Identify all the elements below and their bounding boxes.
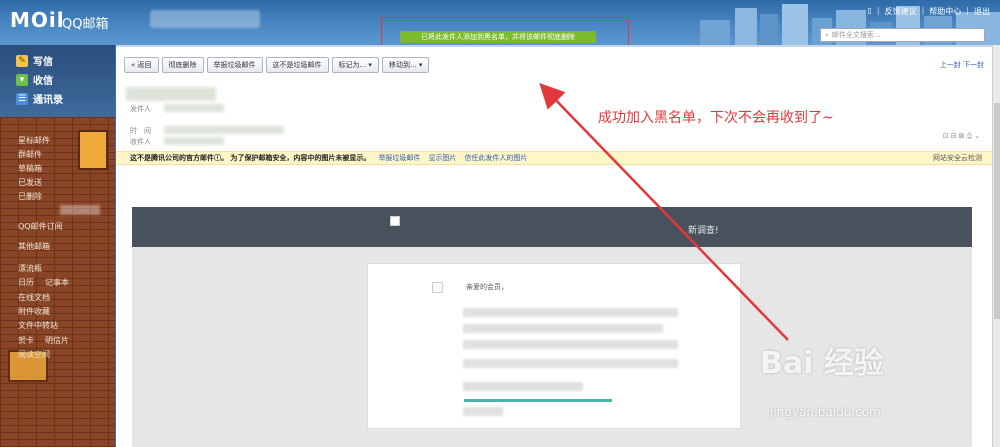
chevron-down-icon: ▾ bbox=[366, 61, 372, 69]
show-images-link[interactable]: 显示图片 bbox=[428, 153, 456, 163]
mail-content-card: 亲爱的会员， bbox=[367, 263, 741, 429]
annotation-text: 成功加入黑名单，下次不会再收到了~ bbox=[598, 110, 834, 126]
watermark-brand: Bai 经验 bbox=[760, 346, 884, 381]
sidebar-item-other-mailbox[interactable]: 其他邮箱 bbox=[18, 241, 50, 252]
sidebar-blurred-item bbox=[60, 205, 100, 215]
logout-link[interactable]: 退出 bbox=[974, 6, 990, 17]
mail-banner: 新调查! bbox=[132, 207, 972, 247]
mail-greeting: 亲爱的会员， bbox=[466, 283, 508, 291]
search-icon: ⌕ bbox=[825, 30, 829, 39]
help-link[interactable]: 帮助中心 bbox=[929, 6, 961, 17]
sidebar-item-calendar[interactable]: 日历 bbox=[18, 277, 34, 288]
sidebar-item-drift-bottle[interactable]: 漂流瓶 bbox=[18, 263, 42, 274]
main-scrollbar[interactable] bbox=[992, 45, 1000, 447]
mail-cta-strip bbox=[464, 399, 612, 402]
mail-reader: « 返回 彻底删除 举报垃圾邮件 这不是垃圾邮件 标记为... ▾ 移动到...… bbox=[116, 45, 992, 447]
report-spam-button[interactable]: 举报垃圾邮件 bbox=[206, 57, 263, 73]
mail-action-icons[interactable]: ⊡⊟⊠⎙⌄ bbox=[943, 132, 982, 141]
blurred-text bbox=[463, 308, 678, 317]
inbox-button[interactable]: ▾ 收信 bbox=[16, 72, 53, 87]
back-button[interactable]: « 返回 bbox=[124, 57, 159, 73]
sidebar: ✎ 写信 ▾ 收信 ☰ 通讯录 星标邮件 群邮件 草稿箱 已发送 已删除 QQ邮… bbox=[0, 45, 115, 447]
inbox-icon: ▾ bbox=[16, 73, 28, 86]
to-label: 收件人 bbox=[130, 138, 151, 146]
sidebar-item-greeting-card[interactable]: 贺卡 bbox=[18, 335, 34, 346]
delete-permanently-button[interactable]: 彻底删除 bbox=[161, 57, 204, 73]
security-check-link[interactable]: 网站安全云检测 bbox=[933, 153, 982, 163]
user-account-blurred bbox=[150, 10, 260, 28]
sidebar-item-attachments[interactable]: 附件收藏 bbox=[18, 306, 50, 317]
scrollbar-thumb[interactable] bbox=[994, 103, 1000, 319]
sidebar-item-sent[interactable]: 已发送 bbox=[18, 177, 42, 188]
broken-image-icon bbox=[432, 282, 443, 293]
sidebar-item-subscriptions[interactable]: QQ邮件订阅 bbox=[18, 221, 63, 232]
move-to-dropdown[interactable]: 移动到... ▾ bbox=[381, 57, 430, 73]
security-warning-bar: 这不是腾讯公司的官方邮件ⓘ。 为了保护邮箱安全，内容中的图片未被显示。 举报垃圾… bbox=[116, 151, 992, 165]
blurred-text bbox=[463, 382, 583, 391]
broken-image-icon bbox=[390, 216, 400, 226]
compose-button[interactable]: ✎ 写信 bbox=[16, 53, 53, 68]
blurred-text bbox=[463, 340, 678, 349]
blurred-text bbox=[463, 359, 678, 368]
trust-sender-images-link[interactable]: 信任此发件人的图片 bbox=[464, 153, 527, 163]
sidebar-item-docs[interactable]: 在线文档 bbox=[18, 292, 50, 303]
feedback-link[interactable]: 反馈建议 bbox=[885, 6, 917, 17]
mail-toolbar: « 返回 彻底删除 举报垃圾邮件 这不是垃圾邮件 标记为... ▾ 移动到...… bbox=[116, 55, 992, 75]
from-label: 发件人 bbox=[130, 105, 151, 113]
warning-text: 这不是腾讯公司的官方邮件ⓘ。 为了保护邮箱安全，内容中的图片未被显示。 bbox=[130, 154, 371, 162]
app-logo[interactable]: MOil bbox=[10, 8, 65, 32]
app-logo-subtitle: QQ邮箱 bbox=[62, 17, 109, 32]
phone-icon: ▯ bbox=[867, 6, 872, 15]
help-icon[interactable]: ⓘ bbox=[214, 154, 221, 162]
not-spam-button[interactable]: 这不是垃圾邮件 bbox=[265, 57, 329, 73]
search-input[interactable]: ⌕ 邮件全文搜索... bbox=[820, 28, 985, 42]
contacts-button[interactable]: ☰ 通讯录 bbox=[16, 91, 63, 106]
sidebar-item-reading[interactable]: 阅读空间 bbox=[18, 349, 50, 360]
sidebar-item-group-mail[interactable]: 群邮件 bbox=[18, 149, 42, 160]
mark-as-dropdown[interactable]: 标记为... ▾ bbox=[331, 57, 379, 73]
pencil-icon: ✎ bbox=[16, 54, 28, 67]
sidebar-item-file-transfer[interactable]: 文件中转站 bbox=[18, 320, 58, 331]
blurred-text bbox=[463, 324, 663, 333]
from-value-blurred bbox=[164, 104, 224, 112]
search-placeholder: 邮件全文搜索... bbox=[831, 31, 881, 39]
contacts-icon: ☰ bbox=[16, 92, 28, 105]
sidebar-item-deleted[interactable]: 已删除 bbox=[18, 191, 42, 202]
time-label: 时 间 bbox=[130, 127, 151, 135]
to-value-blurred bbox=[164, 137, 224, 145]
sidebar-item-notes[interactable]: 记事本 bbox=[45, 277, 69, 288]
top-links: ▯ | 反馈建议 | 帮助中心 | 退出 bbox=[867, 6, 990, 17]
watermark-url: jingyan.baidu.com bbox=[770, 405, 881, 419]
blurred-text bbox=[463, 407, 503, 416]
sidebar-item-drafts[interactable]: 草稿箱 bbox=[18, 163, 42, 174]
sidebar-item-postcard[interactable]: 明信片 bbox=[45, 335, 69, 346]
report-spam-link[interactable]: 举报垃圾邮件 bbox=[378, 153, 420, 163]
prev-next-links[interactable]: 上一封 下一封 bbox=[940, 60, 984, 70]
chevron-down-icon: ▾ bbox=[416, 61, 423, 69]
sidebar-item-starred[interactable]: 星标邮件 bbox=[18, 135, 50, 146]
time-value-blurred bbox=[164, 126, 284, 134]
mail-banner-title: 新调查! bbox=[688, 226, 719, 236]
lit-window-decoration bbox=[78, 130, 108, 170]
subject-blurred bbox=[126, 87, 216, 101]
